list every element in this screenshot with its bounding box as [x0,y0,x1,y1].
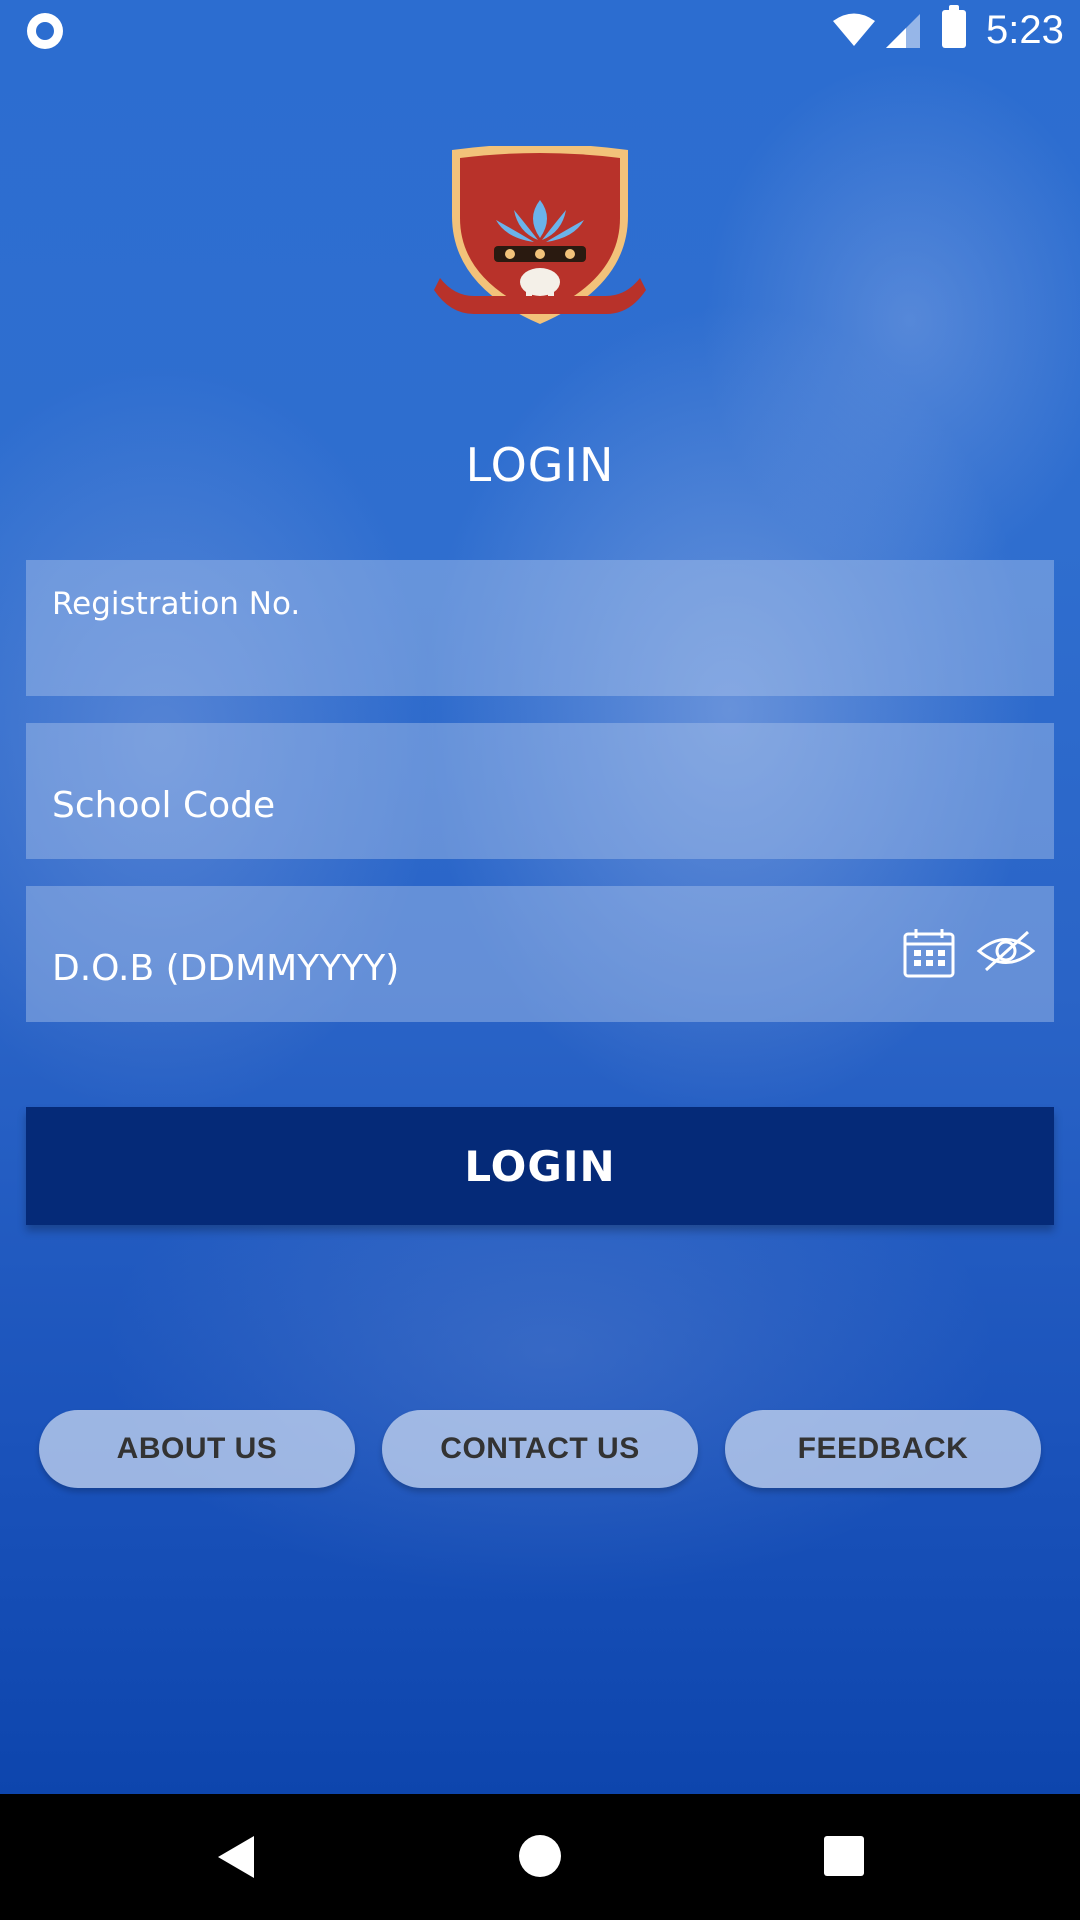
home-icon[interactable] [519,1835,561,1877]
recents-icon[interactable] [824,1836,864,1876]
dob-placeholder: D.O.B (DDMMYYYY) [52,948,400,989]
login-button[interactable]: LOGIN [26,1107,1054,1225]
battery-icon [942,5,966,48]
contact-us-button[interactable]: CONTACT US [382,1410,698,1488]
calendar-icon[interactable] [902,926,956,980]
status-time: 5:23 [986,8,1064,52]
system-navigation-bar [0,1794,1080,1920]
feedback-button[interactable]: FEEDBACK [725,1410,1041,1488]
status-bar: 5:23 [0,0,1080,64]
back-icon[interactable] [216,1834,256,1880]
school-code-input[interactable]: School Code [26,723,1054,859]
dob-input[interactable]: D.O.B (DDMMYYYY) [26,886,1054,1022]
page-title: LOGIN [465,438,615,492]
school-code-placeholder: School Code [52,785,276,826]
school-crest-logo [434,144,646,346]
notification-dot-icon [27,13,63,49]
wifi-icon [833,13,875,46]
school-crest-image [434,144,646,324]
eye-off-icon[interactable] [976,926,1036,976]
about-us-button[interactable]: ABOUT US [39,1410,355,1488]
registration-number-placeholder: Registration No. [52,586,301,622]
registration-number-input[interactable]: Registration No. [26,560,1054,696]
cell-signal-icon [886,14,920,48]
